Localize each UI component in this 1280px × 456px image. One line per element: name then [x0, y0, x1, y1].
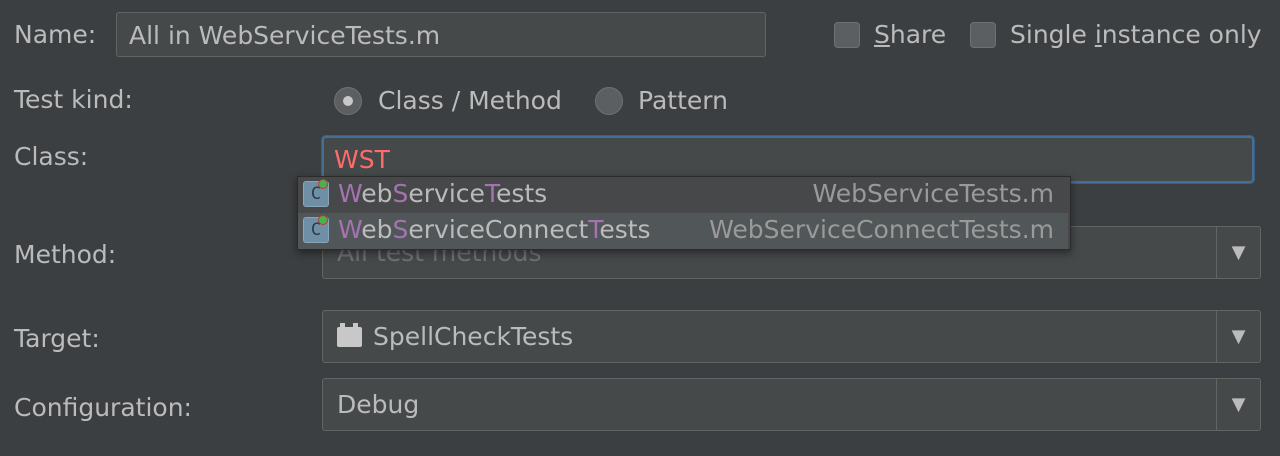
class-icon: C [303, 179, 329, 207]
class-method-radio[interactable] [334, 87, 362, 115]
chevron-down-icon[interactable]: ▼ [1217, 379, 1260, 430]
target-label: Target: [14, 324, 100, 353]
pattern-radio-label[interactable]: Pattern [638, 86, 728, 116]
single-instance-checkbox[interactable] [970, 22, 996, 48]
target-value: SpellCheckTests [373, 322, 574, 351]
pattern-radio[interactable] [595, 87, 623, 115]
class-method-radio-label[interactable]: Class / Method [378, 86, 562, 116]
folder-icon [337, 323, 362, 347]
completion-item-name: WebServiceTests [338, 179, 548, 208]
completion-item[interactable]: C WebServiceTests WebServiceTests.m [298, 177, 1068, 213]
completion-popup: C WebServiceTests WebServiceTests.m C We… [297, 176, 1071, 250]
configuration-combobox[interactable]: Debug ▼ [322, 378, 1261, 431]
chevron-down-icon[interactable]: ▼ [1217, 311, 1260, 362]
chevron-down-icon[interactable]: ▼ [1217, 227, 1260, 278]
target-combobox[interactable]: SpellCheckTests ▼ [322, 310, 1261, 363]
name-label: Name: [14, 20, 97, 49]
share-label-rest: hare [889, 20, 947, 49]
share-mnemonic: S [874, 20, 890, 49]
class-label: Class: [14, 142, 89, 171]
class-icon: C [303, 215, 329, 243]
completion-item-file: WebServiceTests.m [812, 179, 1054, 208]
completion-item-name: WebServiceConnectTests [338, 215, 651, 244]
single-instance-label[interactable]: Single instance only [1010, 20, 1262, 50]
configuration-label: Configuration: [14, 393, 192, 422]
test-kind-label: Test kind: [14, 85, 133, 114]
completion-item-selected[interactable]: C WebServiceConnectTests WebServiceConne… [298, 213, 1068, 249]
share-label[interactable]: Share [874, 20, 946, 50]
radio-selected-dot [343, 96, 353, 106]
name-input[interactable]: All in WebServiceTests.m [116, 12, 766, 57]
test-pin-icon [318, 215, 328, 225]
configuration-value: Debug [337, 390, 420, 419]
completion-item-file: WebServiceConnectTests.m [709, 215, 1054, 244]
method-label: Method: [14, 240, 117, 269]
test-pin-icon [318, 179, 328, 189]
share-checkbox[interactable] [834, 22, 860, 48]
